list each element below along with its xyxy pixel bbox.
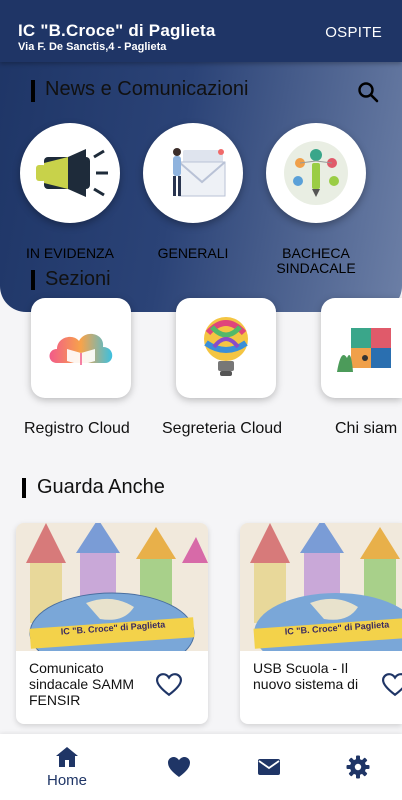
newsletter-icon (173, 148, 226, 197)
puzzle-icon (337, 328, 391, 372)
sezione-registro-cloud[interactable] (31, 298, 131, 398)
news-card-image: IC "B. Croce" di Paglieta (16, 523, 208, 651)
heart-icon (168, 757, 190, 777)
news-category-circle[interactable] (143, 123, 243, 223)
news-category-generali[interactable] (143, 123, 243, 223)
gear-icon (346, 755, 370, 779)
news-category-circle[interactable] (266, 123, 366, 223)
nav-home[interactable]: Home (40, 734, 94, 800)
sezione-label: Segreteria Cloud (162, 420, 283, 437)
news-card[interactable]: IC "B. Croce" di Paglieta USB Scuola - I… (240, 523, 402, 724)
home-icon (56, 746, 78, 767)
mail-icon (258, 759, 280, 775)
sezioni-section-title: Sezioni (45, 268, 111, 290)
sezione-segreteria-cloud[interactable] (176, 298, 276, 398)
news-category-in-evidenza[interactable] (20, 123, 120, 223)
news-category-circle[interactable] (20, 123, 120, 223)
nav-messages[interactable] (254, 734, 284, 800)
news-card[interactable]: IC "B. Croce" di Paglieta Comunicato sin… (16, 523, 208, 724)
guest-button[interactable]: OSPITE (325, 24, 382, 41)
news-card-title: USB Scuola - Il nuovo sistema di (253, 660, 359, 692)
school-address: Via F. De Sanctis,4 - Paglieta (18, 41, 167, 53)
search-icon[interactable] (356, 80, 380, 104)
news-card-title: Comunicato sindacale SAMM FENSIR (29, 660, 135, 708)
sezione-label: Chi siam (335, 420, 398, 437)
cloud-book-icon (49, 333, 113, 365)
nav-home-label: Home (46, 771, 87, 789)
news-category-label: IN EVIDENZA (26, 245, 114, 261)
news-category-label: BACHECA SINDACALE (266, 246, 366, 276)
section-marker (31, 80, 35, 102)
section-marker (31, 270, 35, 290)
news-section-title: News e Comunicazioni (45, 78, 249, 100)
megaphone-icon (36, 149, 108, 197)
section-marker (22, 478, 26, 498)
board-icon (284, 141, 348, 205)
sezione-label: Registro Cloud (24, 420, 130, 437)
lightbulb-icon (204, 317, 248, 376)
app-header: IC "B.Croce" di Paglieta Via F. De Sanct… (0, 0, 402, 62)
nav-favorites[interactable] (164, 734, 194, 800)
news-category-label: GENERALI (157, 245, 229, 261)
news-category-label-line: BACHECA (282, 245, 350, 261)
guarda-anche-section-title: Guarda Anche (37, 476, 165, 498)
news-category-bacheca-sindacale[interactable] (266, 123, 366, 223)
nav-settings[interactable] (343, 734, 373, 800)
heart-outline-icon[interactable] (382, 673, 402, 697)
bottom-navigation: Home (0, 734, 402, 800)
news-category-label-line: SINDACALE (276, 260, 356, 276)
heart-outline-icon[interactable] (156, 673, 182, 697)
school-name: IC "B.Croce" di Paglieta (18, 21, 216, 40)
news-card-image: IC "B. Croce" di Paglieta (240, 523, 402, 651)
sezione-chi-siamo[interactable] (321, 298, 402, 398)
